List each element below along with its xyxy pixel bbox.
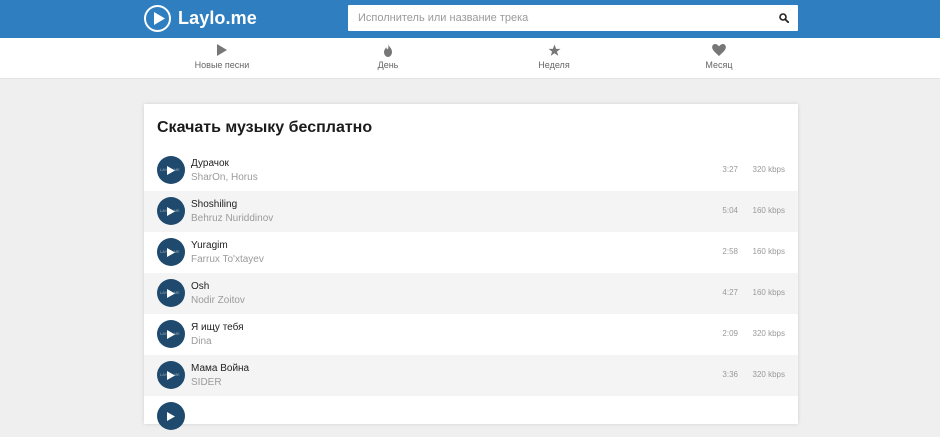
- watermark: LAYLO.ME: [160, 249, 180, 254]
- track-play-button[interactable]: LAYLO.ME: [157, 361, 185, 389]
- track-bitrate: 320 kbps: [752, 165, 785, 174]
- track-artist[interactable]: SIDER: [191, 377, 222, 388]
- track-play-button[interactable]: [157, 402, 185, 430]
- track-play-button[interactable]: LAYLO.ME: [157, 279, 185, 307]
- track-play-button[interactable]: LAYLO.ME: [157, 238, 185, 266]
- logo[interactable]: Laylo.me: [144, 4, 257, 33]
- track-play-button[interactable]: LAYLO.ME: [157, 320, 185, 348]
- track-play-button[interactable]: LAYLO.ME: [157, 197, 185, 225]
- heart-icon: [712, 44, 726, 56]
- track-title[interactable]: Shoshiling: [191, 199, 237, 210]
- nav-label: Неделя: [538, 60, 570, 70]
- search-box: [348, 5, 798, 31]
- nav-week[interactable]: Неделя: [494, 43, 614, 75]
- track-bitrate: 160 kbps: [752, 247, 785, 256]
- logo-text: Laylo.me: [178, 8, 257, 28]
- track-bitrate: 320 kbps: [752, 329, 785, 338]
- track-artist[interactable]: Farrux To'xtayev: [191, 254, 264, 265]
- track-row[interactable]: LAYLO.ME Дурачок SharOn, Horus 3:27 320 …: [144, 150, 798, 191]
- nav-label: Новые песни: [194, 60, 250, 70]
- play-icon: [217, 44, 227, 56]
- watermark: LAYLO.ME: [160, 372, 180, 377]
- track-row-partial[interactable]: [144, 396, 798, 437]
- track-row[interactable]: LAYLO.ME Мама Война SIDER 3:36 320 kbps: [144, 355, 798, 396]
- track-play-button[interactable]: LAYLO.ME: [157, 156, 185, 184]
- track-artist[interactable]: SharOn, Horus: [191, 172, 258, 183]
- top-bar: Laylo.me: [0, 0, 940, 38]
- nav-label: Месяц: [705, 60, 733, 70]
- track-duration: 5:04: [722, 206, 738, 215]
- track-artist[interactable]: Behruz Nuriddinov: [191, 213, 273, 224]
- page-title: Скачать музыку бесплатно: [157, 119, 373, 136]
- track-title[interactable]: Osh: [191, 281, 209, 292]
- watermark: LAYLO.ME: [160, 290, 180, 295]
- nav-new-songs[interactable]: Новые песни: [162, 43, 282, 75]
- track-row[interactable]: LAYLO.ME Osh Nodir Zoitov 4:27 160 kbps: [144, 273, 798, 314]
- track-duration: 3:27: [722, 165, 738, 174]
- nav-month[interactable]: Месяц: [659, 43, 779, 75]
- search-input[interactable]: [348, 5, 770, 31]
- track-duration: 3:36: [722, 370, 738, 379]
- nav-day[interactable]: День: [328, 43, 448, 75]
- track-duration: 4:27: [722, 288, 738, 297]
- watermark: LAYLO.ME: [160, 167, 180, 172]
- watermark: LAYLO.ME: [160, 208, 180, 213]
- play-icon: [167, 411, 175, 421]
- track-artist[interactable]: Nodir Zoitov: [191, 295, 245, 306]
- track-title[interactable]: Yuragim: [191, 240, 228, 251]
- track-bitrate: 160 kbps: [752, 206, 785, 215]
- nav-label: День: [377, 60, 399, 70]
- track-duration: 2:58: [722, 247, 738, 256]
- track-row[interactable]: LAYLO.ME Я ищу тебя Dina 2:09 320 kbps: [144, 314, 798, 355]
- track-duration: 2:09: [722, 329, 738, 338]
- logo-play-icon: [144, 5, 171, 32]
- watermark: LAYLO.ME: [160, 331, 180, 336]
- fire-icon: [384, 43, 392, 57]
- search-icon: [779, 13, 789, 23]
- star-icon: [548, 44, 560, 56]
- track-row[interactable]: LAYLO.ME Yuragim Farrux To'xtayev 2:58 1…: [144, 232, 798, 273]
- track-title[interactable]: Мама Война: [191, 363, 249, 374]
- track-bitrate: 320 kbps: [752, 370, 785, 379]
- track-list-card: Скачать музыку бесплатно LAYLO.ME Дурачо…: [144, 104, 798, 430]
- category-nav: Новые песни День Неделя Месяц: [0, 38, 940, 79]
- track-title[interactable]: Я ищу тебя: [191, 322, 244, 333]
- track-artist[interactable]: Dina: [191, 336, 212, 347]
- track-title[interactable]: Дурачок: [191, 158, 229, 169]
- track-row[interactable]: LAYLO.ME Shoshiling Behruz Nuriddinov 5:…: [144, 191, 798, 232]
- search-button[interactable]: [770, 5, 798, 31]
- track-bitrate: 160 kbps: [752, 288, 785, 297]
